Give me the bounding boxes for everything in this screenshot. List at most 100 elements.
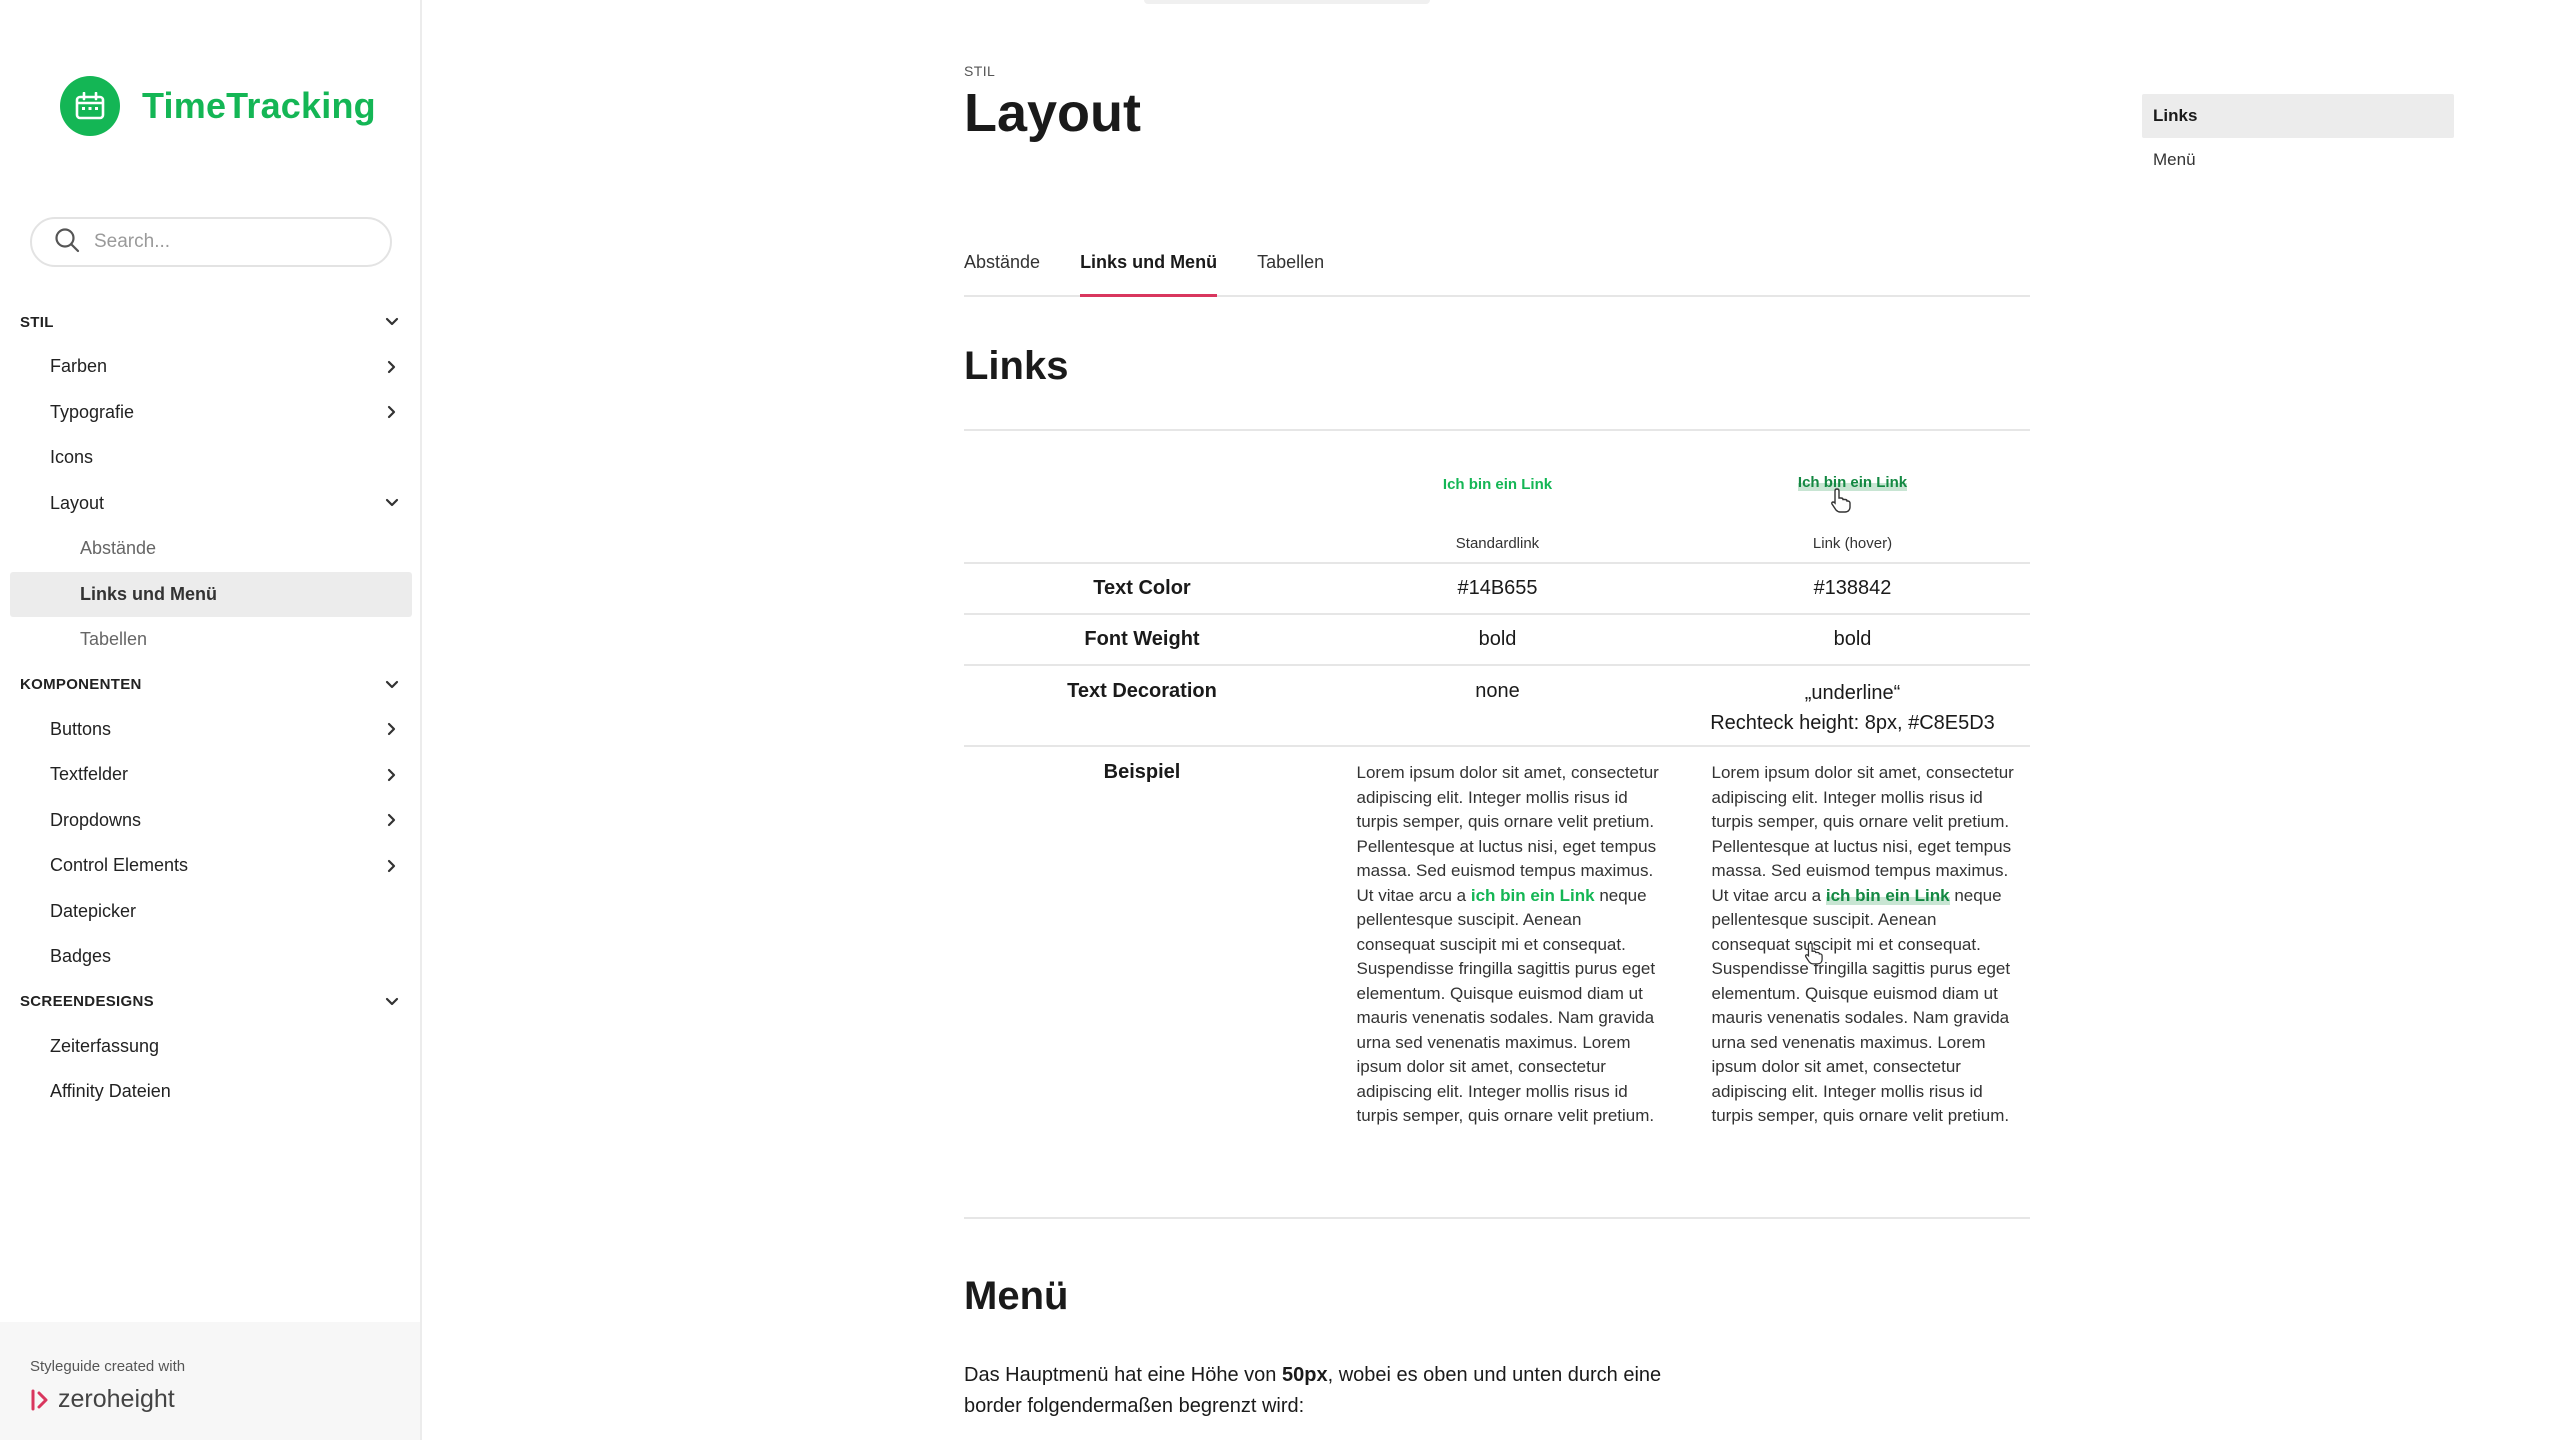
sidebar-item-layout[interactable]: Layout [0, 481, 422, 527]
chevron-right-icon [387, 859, 396, 872]
search-input[interactable] [94, 231, 364, 253]
cell-hover-line: Rechteck height: 8px, #C8E5D3 [1710, 712, 1995, 734]
sidebar-item-label: Farben [50, 356, 108, 377]
sidebar-item-label: Typografie [50, 401, 135, 422]
sidebar-item-label: Dropdowns [50, 809, 142, 830]
cell-hover: „underline“ Rechteck height: 8px, #C8E5D… [1675, 678, 2030, 745]
sidebar-item-label: Affinity Dateien [50, 1081, 171, 1102]
hand-cursor-icon [1804, 942, 1823, 965]
section-heading-links: Links [964, 344, 1069, 388]
page-title: Layout [964, 83, 1142, 143]
row-label: Text Decoration [1067, 680, 1217, 702]
example-text-standard: Lorem ipsum dolor sit amet, consectetur … [1333, 761, 1663, 1217]
sidebar-item-dropdowns[interactable]: Dropdowns [0, 798, 422, 844]
cell-standard: bold [1478, 628, 1517, 650]
demo-link-standard[interactable]: Ich bin ein Link [1320, 476, 1675, 493]
sidebar-item-badges[interactable]: Badges [0, 934, 422, 980]
toc-item-links[interactable]: Links [2142, 94, 2454, 138]
table-row: Font Weight bold bold [964, 615, 2030, 666]
sidebar-item-label: Buttons [50, 718, 112, 739]
sidebar-item-farben[interactable]: Farben [0, 344, 422, 390]
chevron-down-icon [385, 499, 399, 507]
sidebar-item-label: Textfelder [50, 764, 129, 785]
row-label: Beispiel [1103, 761, 1181, 783]
divider [964, 429, 2030, 431]
sidebar-item-buttons[interactable]: Buttons [0, 707, 422, 753]
toc-item-menue[interactable]: Menü [2142, 138, 2454, 182]
table-of-contents: Links Menü [2142, 94, 2454, 182]
sidebar-item-label: Zeiterfassung [50, 1035, 160, 1056]
nav-section-komponenten[interactable]: KOMPONENTEN [0, 663, 422, 707]
menu-description-text: Das Hauptmenü hat eine Höhe von [964, 1364, 1277, 1386]
cell-hover-line: „underline“ [1804, 682, 1901, 704]
demo-link-hover-text: Ich bin ein Link [1797, 474, 1908, 491]
sidebar-subitem-abstaende[interactable]: Abstände [10, 526, 412, 572]
row-label: Text Color [1093, 577, 1191, 599]
demo-link-hover[interactable]: Ich bin ein Link [1675, 474, 2030, 491]
chevron-down-icon [385, 997, 399, 1005]
tab-abstaende[interactable]: Abstände [964, 246, 1040, 297]
cell-standard: none [1475, 680, 1520, 702]
sidebar-subitem-links-und-menue[interactable]: Links und Menü [10, 571, 412, 617]
cell-hover: bold [1833, 628, 1872, 650]
chevron-down-icon [385, 680, 399, 688]
footer-note: Styleguide created with [30, 1358, 186, 1375]
column-caption-standard: Standardlink [1455, 535, 1540, 552]
row-label: Font Weight [1084, 628, 1200, 650]
calendar-icon [60, 76, 120, 136]
section-heading-menue: Menü [964, 1274, 1069, 1318]
chevron-down-icon [385, 317, 399, 326]
chevron-right-icon [387, 360, 396, 373]
sidebar-subitem-label: Tabellen [80, 629, 148, 650]
sidebar-subitem-tabellen[interactable]: Tabellen [10, 617, 412, 663]
cell-example-hover: Lorem ipsum dolor sit amet, consectetur … [1675, 761, 2030, 1217]
example-link-standard[interactable]: ich bin ein Link [1471, 886, 1595, 905]
chevron-right-icon [387, 406, 396, 419]
example-text-after: neque pellentesque suscipit. Aenean cons… [1356, 885, 1656, 1126]
sidebar-item-datepicker[interactable]: Datepicker [0, 889, 422, 935]
zeroheight-brand: zeroheight [58, 1385, 175, 1413]
zeroheight-brand-link[interactable]: zeroheight [30, 1385, 420, 1414]
app-name: TimeTracking [142, 85, 376, 126]
example-text-after: neque pellentesque suscipit. Aenean cons… [1711, 885, 2011, 1126]
menu-description: Das Hauptmenü hat eine Höhe von 50px, wo… [964, 1360, 1684, 1422]
sidebar-item-icons[interactable]: Icons [0, 435, 422, 481]
example-text-before: Lorem ipsum dolor sit amet, consectetur … [1711, 763, 2014, 905]
cell-standard: #14B655 [1457, 577, 1538, 599]
example-text-before: Lorem ipsum dolor sit amet, consectetur … [1356, 763, 1659, 905]
sidebar-item-zeiterfassung[interactable]: Zeiterfassung [0, 1024, 422, 1070]
search-icon [54, 227, 80, 258]
sidebar-item-label: Badges [50, 946, 112, 967]
example-text-hover: Lorem ipsum dolor sit amet, consectetur … [1688, 761, 2018, 1217]
nav-section-label: KOMPONENTEN [20, 676, 142, 693]
sidebar-item-control-elements[interactable]: Control Elements [0, 843, 422, 889]
spec-table-header: Ich bin ein Link Ich bin ein Link Standa… [964, 432, 2030, 564]
tab-tabellen[interactable]: Tabellen [1257, 246, 1324, 297]
nav-section-stil[interactable]: STIL [0, 300, 422, 344]
sidebar-nav: STIL Farben Typografie Icons Layout Abst… [0, 300, 422, 1115]
sidebar-footer: Styleguide created with zeroheight [0, 1322, 420, 1440]
chevron-right-icon [387, 723, 396, 736]
sidebar-item-textfelder[interactable]: Textfelder [0, 752, 422, 798]
chevron-right-icon [387, 814, 396, 827]
table-row: Text Color #14B655 #138842 [964, 564, 2030, 615]
example-link-hover[interactable]: ich bin ein Link [1826, 886, 1950, 905]
sidebar: TimeTracking STIL Farben Typografie Icon… [0, 0, 422, 1440]
sidebar-item-affinity-dateien[interactable]: Affinity Dateien [0, 1069, 422, 1115]
sidebar-item-label: Layout [50, 492, 105, 513]
chevron-right-icon [387, 768, 396, 781]
sidebar-subitem-label: Abstände [80, 538, 157, 559]
table-row: Text Decoration none „underline“ Rechtec… [964, 666, 2030, 747]
column-caption-hover: Link (hover) [1812, 535, 1893, 552]
page-eyebrow: STIL [964, 63, 996, 79]
search-box[interactable] [30, 217, 392, 267]
zeroheight-logo-icon [31, 1389, 48, 1410]
nav-section-screendesigns[interactable]: SCREENDESIGNS [0, 980, 422, 1024]
top-overlay-edge [1144, 0, 1430, 4]
app-logo[interactable]: TimeTracking [60, 76, 376, 136]
tab-bar: Abstände Links und Menü Tabellen [964, 246, 2030, 297]
sidebar-item-typografie[interactable]: Typografie [0, 390, 422, 436]
sidebar-item-label: Icons [50, 447, 94, 468]
tab-links-und-menue[interactable]: Links und Menü [1080, 246, 1218, 297]
menu-height-value: 50px [1281, 1364, 1328, 1386]
